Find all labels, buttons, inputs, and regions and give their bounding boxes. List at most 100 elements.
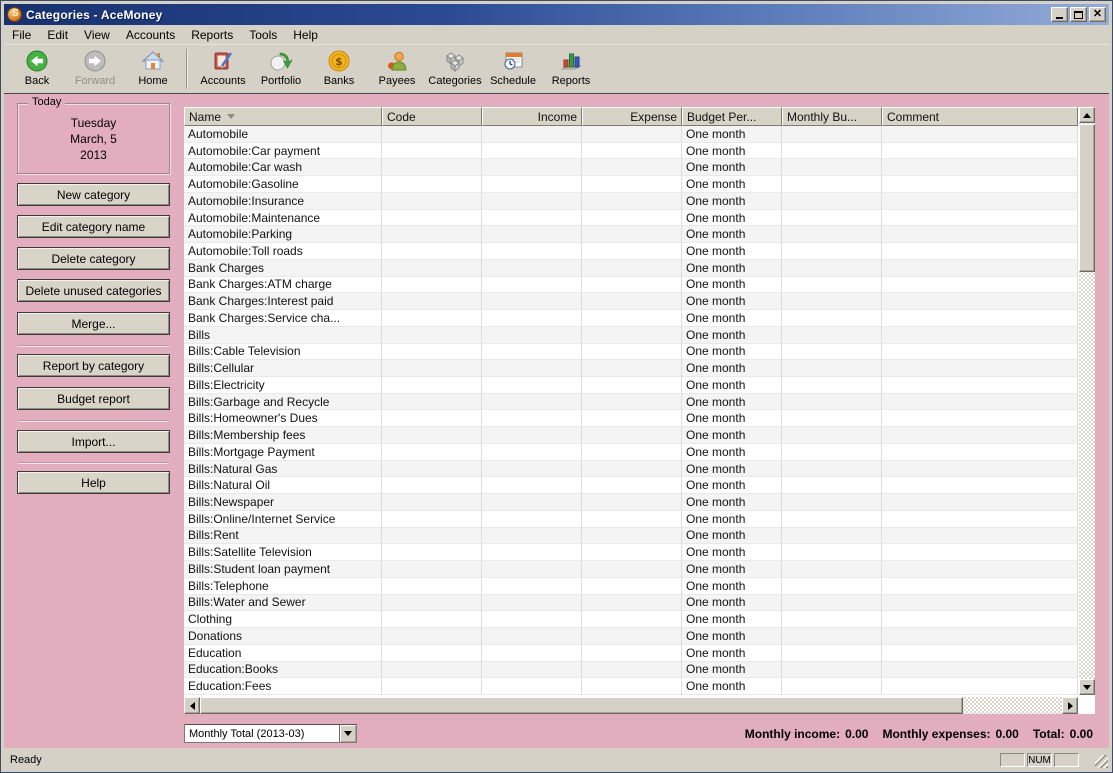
cell-budget-period: One month — [682, 594, 782, 612]
cell-expense — [582, 326, 682, 344]
table-row[interactable]: Bills:Homeowner's Dues One month — [184, 410, 1078, 428]
toolbar: Back Forward Home Accounts Portfolio $ B… — [4, 44, 1109, 93]
table-row[interactable]: Automobile One month — [184, 126, 1078, 143]
period-selector-dropdown-button[interactable] — [339, 725, 356, 742]
close-button[interactable]: ✕ — [1089, 7, 1106, 22]
scroll-right-button[interactable] — [1062, 697, 1078, 714]
table-row[interactable]: Education:Books One month — [184, 661, 1078, 679]
period-selector[interactable]: Monthly Total (2013-03) — [184, 724, 357, 743]
edit-category-name-button[interactable]: Edit category name — [17, 215, 170, 238]
cell-budget-period: One month — [682, 176, 782, 193]
column-header-comment[interactable]: Comment — [882, 107, 1078, 126]
column-header-code[interactable]: Code — [382, 107, 482, 126]
cell-code — [382, 611, 482, 629]
reports-button[interactable]: Reports — [542, 46, 600, 92]
cell-name: Automobile:Car payment — [184, 142, 382, 160]
column-header-monthly-budget[interactable]: Monthly Bu... — [782, 107, 882, 126]
table-row[interactable]: Bills:Natural Oil One month — [184, 477, 1078, 495]
table-row[interactable]: Bills:Membership fees One month — [184, 427, 1078, 444]
table-row[interactable]: Bills One month — [184, 326, 1078, 344]
cell-comment — [882, 527, 1078, 545]
table-row[interactable]: Automobile:Insurance One month — [184, 192, 1078, 210]
table-row[interactable]: Automobile:Car wash One month — [184, 159, 1078, 177]
cell-name: Bills:Garbage and Recycle — [184, 393, 382, 411]
table-row[interactable]: Automobile:Maintenance One month — [184, 209, 1078, 227]
menu-edit[interactable]: Edit — [39, 26, 76, 44]
toolbar-separator — [186, 49, 188, 89]
table-row[interactable]: Bills:Telephone One month — [184, 577, 1078, 595]
table-row[interactable]: Bills:Mortgage Payment One month — [184, 443, 1078, 461]
maximize-icon — [1074, 10, 1083, 19]
menu-view[interactable]: View — [76, 26, 118, 44]
scroll-lock-indicator — [1054, 753, 1079, 767]
vertical-scroll-thumb[interactable] — [1079, 124, 1095, 272]
table-row[interactable]: Automobile:Gasoline One month — [184, 176, 1078, 193]
cell-comment — [882, 510, 1078, 528]
table-row[interactable]: Bank Charges:Interest paid One month — [184, 293, 1078, 311]
cell-income — [482, 192, 582, 210]
minimize-button[interactable] — [1051, 7, 1068, 22]
categories-button[interactable]: Categories — [426, 46, 484, 92]
table-row[interactable]: Automobile:Toll roads One month — [184, 243, 1078, 260]
horizontal-scrollbar[interactable] — [184, 697, 1078, 714]
delete-category-button[interactable]: Delete category — [17, 247, 170, 270]
cell-comment — [882, 259, 1078, 277]
column-header-name[interactable]: Name — [184, 107, 382, 126]
delete-unused-categories-button[interactable]: Delete unused categories — [17, 279, 170, 302]
menu-help[interactable]: Help — [285, 26, 326, 44]
maximize-button[interactable] — [1070, 7, 1087, 22]
merge-button[interactable]: Merge... — [17, 312, 170, 335]
vertical-scrollbar[interactable] — [1079, 107, 1095, 695]
report-by-category-button[interactable]: Report by category — [17, 354, 170, 377]
budget-report-button[interactable]: Budget report — [17, 387, 170, 410]
table-row[interactable]: Bills:Rent One month — [184, 527, 1078, 545]
table-row[interactable]: Bills:Electricity One month — [184, 377, 1078, 394]
home-button[interactable]: Home — [124, 46, 182, 92]
table-row[interactable]: Bank Charges One month — [184, 259, 1078, 277]
scroll-left-button[interactable] — [184, 697, 200, 714]
accounts-button[interactable]: Accounts — [194, 46, 252, 92]
column-header-budget-period[interactable]: Budget Per... — [682, 107, 782, 126]
scroll-up-button[interactable] — [1079, 107, 1095, 123]
back-button[interactable]: Back — [8, 46, 66, 92]
table-row[interactable]: Donations One month — [184, 628, 1078, 645]
cell-income — [482, 527, 582, 545]
table-row[interactable]: Bills:Online/Internet Service One month — [184, 510, 1078, 528]
table-row[interactable]: Bills:Newspaper One month — [184, 494, 1078, 511]
menu-file[interactable]: File — [4, 26, 39, 44]
table-row[interactable]: Automobile:Car payment One month — [184, 142, 1078, 160]
column-header-income[interactable]: Income — [482, 107, 582, 126]
table-row[interactable]: Bills:Garbage and Recycle One month — [184, 393, 1078, 411]
payees-button[interactable]: Payees — [368, 46, 426, 92]
table-row[interactable]: Bills:Water and Sewer One month — [184, 594, 1078, 612]
horizontal-scroll-thumb[interactable] — [200, 697, 963, 714]
banks-button[interactable]: $ Banks — [310, 46, 368, 92]
column-header-expense[interactable]: Expense — [582, 107, 682, 126]
table-row[interactable]: Bills:Cable Television One month — [184, 343, 1078, 361]
table-row[interactable]: Bank Charges:ATM charge One month — [184, 276, 1078, 294]
import-button[interactable]: Import... — [17, 430, 170, 453]
menu-tools[interactable]: Tools — [241, 26, 285, 44]
forward-button[interactable]: Forward — [66, 46, 124, 92]
table-row[interactable]: Education:Fees One month — [184, 678, 1078, 695]
schedule-button[interactable]: Schedule — [484, 46, 542, 92]
table-row[interactable]: Bills:Cellular One month — [184, 360, 1078, 378]
menu-accounts[interactable]: Accounts — [118, 26, 183, 44]
scroll-down-button[interactable] — [1079, 679, 1095, 695]
resize-grip-icon[interactable] — [1095, 755, 1108, 768]
cell-name: Bank Charges:Service cha... — [184, 310, 382, 327]
portfolio-button[interactable]: Portfolio — [252, 46, 310, 92]
cell-expense — [582, 628, 682, 645]
menu-reports[interactable]: Reports — [183, 26, 241, 44]
new-category-button[interactable]: New category — [17, 183, 170, 206]
table-row[interactable]: Automobile:Parking One month — [184, 226, 1078, 244]
table-row[interactable]: Education One month — [184, 644, 1078, 662]
table-row[interactable]: Bills:Satellite Television One month — [184, 544, 1078, 562]
table-row[interactable]: Bills:Natural Gas One month — [184, 460, 1078, 478]
table-row[interactable]: Bills:Student loan payment One month — [184, 561, 1078, 578]
cell-monthly-budget — [782, 427, 882, 444]
table-row[interactable]: Bank Charges:Service cha... One month — [184, 310, 1078, 327]
help-button[interactable]: Help — [17, 471, 170, 494]
cell-monthly-budget — [782, 142, 882, 160]
table-row[interactable]: Clothing One month — [184, 611, 1078, 629]
